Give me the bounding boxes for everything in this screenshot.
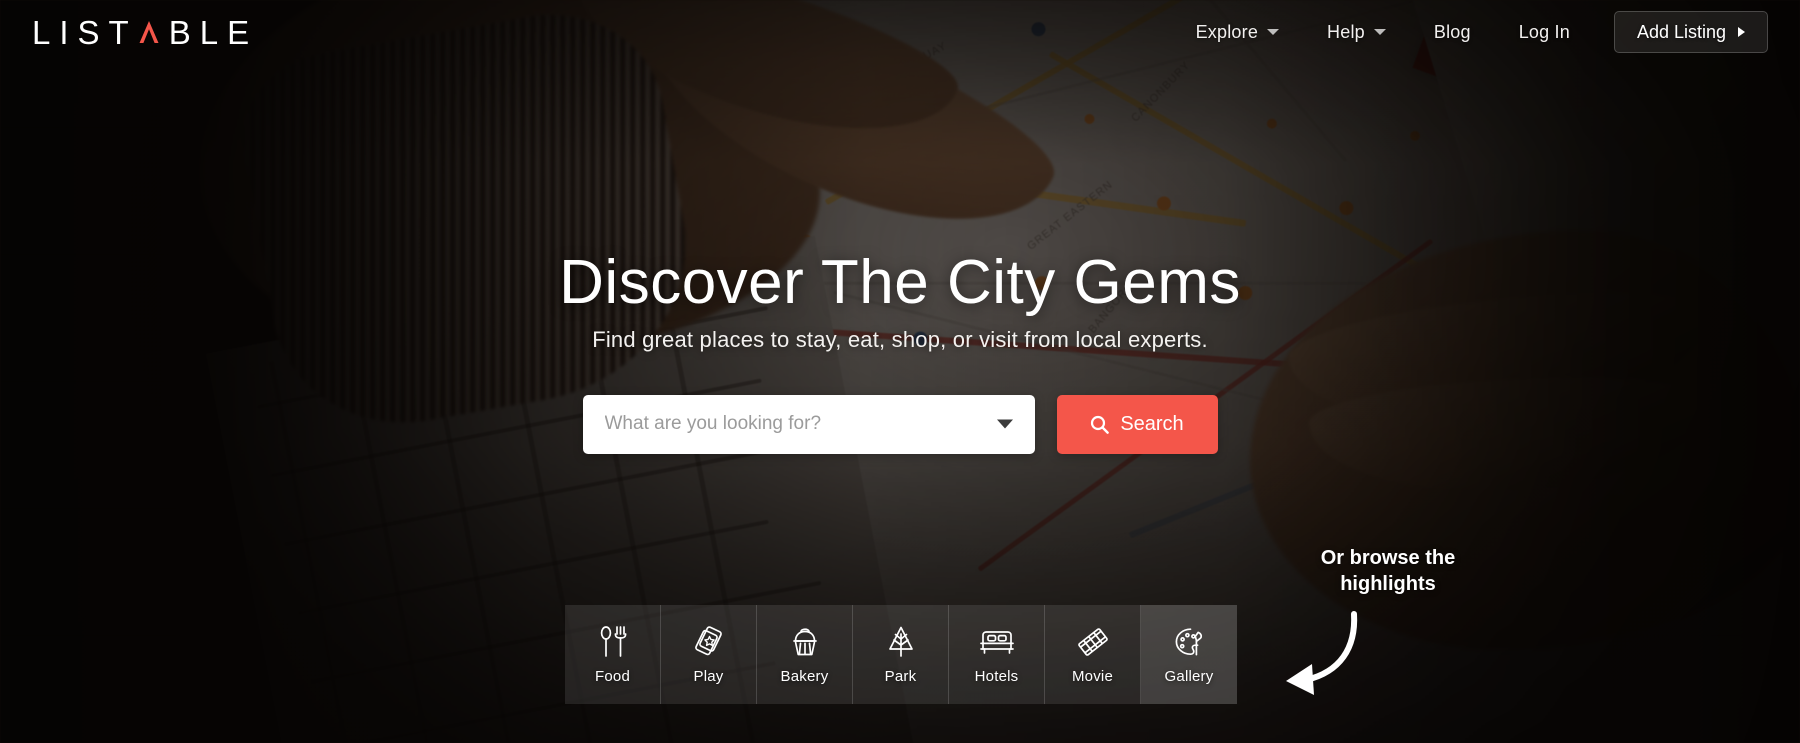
chevron-down-icon[interactable] [996, 419, 1013, 429]
category-label-gallery: Gallery [1164, 667, 1214, 685]
search-icon [1090, 415, 1110, 434]
browse-hint-line2: highlights [1340, 573, 1436, 596]
pine-tree-icon [886, 625, 916, 659]
category-tile-bakery[interactable]: Bakery [757, 605, 853, 704]
hero-content: Discover The City Gems Find great places… [0, 248, 1800, 454]
main-navigation: Explore Help Blog Log In Add Listing [1172, 11, 1768, 53]
spoon-fork-icon [598, 625, 628, 659]
page-subtitle: Find great places to stay, eat, shop, or… [592, 326, 1208, 352]
logo-text-after-a: BLE [168, 13, 259, 51]
category-label-play: Play [693, 667, 724, 685]
category-tile-movie[interactable]: Movie [1045, 605, 1141, 704]
film-strip-icon [1076, 625, 1110, 659]
category-label-movie: Movie [1071, 667, 1113, 685]
category-bar: Food Play Bakery Park Hotels Movie Galle… [565, 605, 1237, 704]
logo-accent-a-icon [138, 20, 160, 44]
browse-hint-text: Or browse the highlights [1288, 545, 1488, 598]
cupcake-icon [789, 625, 821, 659]
category-tile-food[interactable]: Food [565, 605, 661, 704]
search-input[interactable] [604, 413, 1013, 436]
paint-palette-icon [1173, 625, 1205, 659]
search-button-label: Search [1120, 412, 1184, 435]
category-tile-park[interactable]: Park [853, 605, 949, 704]
tickets-icon [692, 625, 726, 659]
chevron-down-icon [1373, 29, 1386, 35]
logo-text-before-a: LIST [32, 13, 138, 51]
category-label-food: Food [595, 667, 630, 685]
bed-icon [979, 625, 1015, 659]
search-bar: Search [582, 394, 1218, 454]
category-label-bakery: Bakery [780, 667, 829, 685]
category-label-park: Park [884, 667, 917, 685]
nav-label-blog: Blog [1433, 21, 1471, 42]
nav-label-login: Log In [1518, 21, 1570, 42]
nav-label-explore: Explore [1195, 21, 1259, 42]
category-tile-play[interactable]: Play [661, 605, 757, 704]
nav-item-explore[interactable]: Explore [1172, 22, 1303, 43]
category-tile-hotels[interactable]: Hotels [949, 605, 1045, 704]
hero-section: QUAY CANONBURY BANGOR HIGH STREET GREAT … [0, 0, 1800, 743]
search-button[interactable]: Search [1056, 394, 1218, 454]
page-title: Discover The City Gems [559, 248, 1241, 317]
site-header: LIST BLE Explore Help Blog Log In Add Li… [0, 0, 1800, 64]
add-listing-label: Add Listing [1636, 21, 1726, 42]
nav-item-login[interactable]: Log In [1495, 22, 1594, 43]
search-field-wrapper[interactable] [582, 394, 1035, 454]
category-tile-gallery[interactable]: Gallery [1141, 605, 1237, 704]
curved-arrow-down-left-icon [1262, 610, 1372, 705]
add-listing-button[interactable]: Add Listing [1613, 11, 1768, 53]
nav-item-blog[interactable]: Blog [1410, 22, 1495, 43]
nav-label-help: Help [1327, 21, 1365, 42]
category-label-hotels: Hotels [974, 667, 1019, 685]
browse-hint-line1: Or browse the [1320, 547, 1456, 569]
chevron-down-icon [1267, 29, 1280, 35]
caret-right-icon [1738, 27, 1745, 37]
site-logo[interactable]: LIST BLE [32, 16, 258, 49]
nav-item-help[interactable]: Help [1303, 22, 1410, 43]
